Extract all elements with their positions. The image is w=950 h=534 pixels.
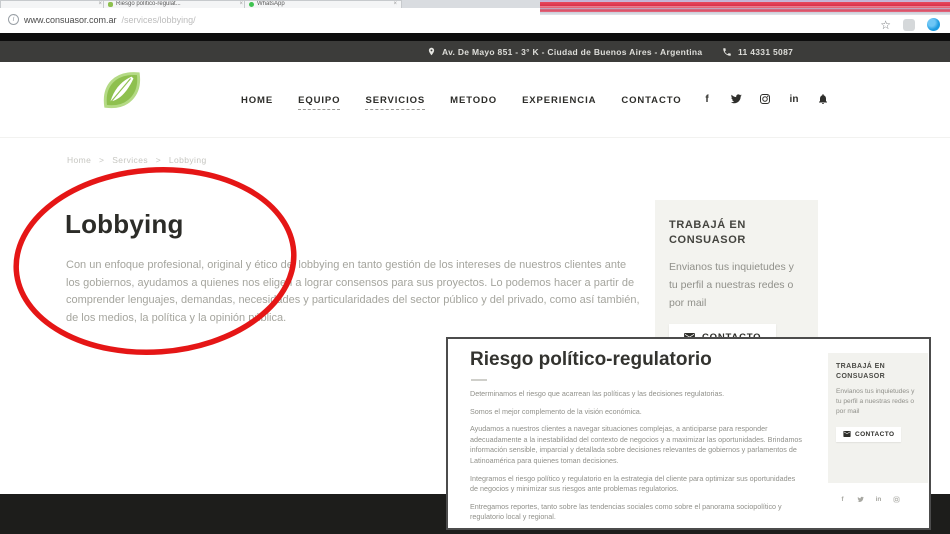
browser-tab-2[interactable]: Riesgo político-regulat... × bbox=[103, 0, 248, 8]
nav-contacto[interactable]: CONTACTO bbox=[621, 95, 681, 110]
breadcrumb-current: Lobbying bbox=[168, 155, 207, 165]
twitter-icon[interactable] bbox=[854, 493, 867, 506]
address-text: Av. De Mayo 851 - 3° K - Ciudad de Bueno… bbox=[442, 46, 703, 57]
jobs-box: TRABAJÁ EN CONSUASOR Envianos tus inquie… bbox=[655, 200, 818, 351]
header-social: f in bbox=[701, 93, 829, 105]
main-nav: HOME EQUIPO SERVICIOS METODO EXPERIENCIA… bbox=[241, 95, 682, 110]
url-field[interactable]: i www.consuasor.com.ar/services/lobbying… bbox=[8, 14, 196, 25]
overlay-paragraph: Determinamos el riesgo que acarrean las … bbox=[470, 389, 725, 398]
address-info: Av. De Mayo 851 - 3° K - Ciudad de Bueno… bbox=[427, 41, 702, 62]
window-divider bbox=[0, 33, 950, 41]
twitter-icon[interactable] bbox=[730, 93, 742, 105]
phone-icon bbox=[723, 47, 731, 56]
overlay-paragraph: Integramos el riesgo político y regulato… bbox=[470, 473, 796, 494]
whatsapp-icon bbox=[249, 2, 254, 7]
overlay-jobs-title: TRABAJÁ EN CONSUASOR bbox=[836, 363, 886, 380]
linkedin-icon[interactable]: in bbox=[872, 493, 885, 506]
breadcrumb: Home > Services > Lobbying bbox=[67, 155, 212, 165]
url-domain: www.consuasor.com.ar bbox=[24, 14, 117, 25]
close-tab-icon[interactable]: × bbox=[98, 1, 102, 7]
breadcrumb-separator: > bbox=[99, 155, 105, 165]
background-window-fragment bbox=[540, 0, 950, 15]
overlay-paragraph: Somos el mejor complemento de la visión … bbox=[470, 406, 642, 416]
browser-window: × Riesgo político-regulat... × WhatsApp … bbox=[0, 0, 950, 534]
facebook-icon[interactable]: f bbox=[836, 493, 849, 506]
title-divider bbox=[471, 379, 487, 381]
nav-equipo[interactable]: EQUIPO bbox=[298, 95, 341, 110]
page-title: Lobbying bbox=[65, 209, 184, 240]
nav-experiencia[interactable]: EXPERIENCIA bbox=[522, 95, 596, 110]
overlay-contact-button[interactable]: CONTACTO bbox=[836, 426, 902, 442]
linkedin-icon[interactable]: in bbox=[788, 93, 800, 105]
close-tab-icon[interactable]: × bbox=[393, 1, 397, 7]
jobs-box-text: Envianos tus inquietudes y tu perfil a n… bbox=[669, 261, 794, 309]
browser-tabstrip: × Riesgo político-regulat... × WhatsApp … bbox=[0, 0, 560, 8]
site-header: HOME EQUIPO SERVICIOS METODO EXPERIENCIA… bbox=[0, 62, 950, 138]
facebook-icon[interactable]: f bbox=[701, 93, 713, 105]
instagram-icon[interactable] bbox=[759, 93, 771, 105]
consuasor-logo[interactable] bbox=[98, 67, 144, 115]
nav-servicios[interactable]: SERVICIOS bbox=[365, 95, 426, 110]
extension-blue-icon[interactable] bbox=[927, 18, 940, 31]
overlay-jobs-text: Envianos tus inquietudes y tu perfil a n… bbox=[836, 388, 915, 415]
page-body-text: Con un enfoque profesional, original y é… bbox=[66, 259, 640, 324]
breadcrumb-services[interactable]: Services bbox=[112, 155, 148, 165]
overlay-body: Determinamos el riesgo que acarrean las … bbox=[470, 389, 804, 528]
overlay-contact-label: CONTACTO bbox=[855, 430, 895, 438]
close-tab-icon[interactable]: × bbox=[239, 1, 243, 7]
nav-home[interactable]: HOME bbox=[241, 95, 273, 110]
jobs-box-title: TRABAJÁ EN CONSUASOR bbox=[669, 219, 746, 246]
site-topbar: Av. De Mayo 851 - 3° K - Ciudad de Bueno… bbox=[0, 41, 950, 62]
breadcrumb-separator: > bbox=[155, 155, 162, 165]
overlay-jobs-box: TRABAJÁ EN CONSUASOR Envianos tus inquie… bbox=[828, 353, 928, 483]
url-path: /services/lobbying/ bbox=[121, 14, 196, 25]
tab-label: Riesgo político-regulat... bbox=[116, 1, 181, 7]
page-info-icon[interactable]: i bbox=[8, 14, 19, 25]
phone-number: 11 4331 5087 bbox=[738, 46, 794, 57]
bookmark-star-icon[interactable]: ☆ bbox=[880, 19, 891, 31]
browser-tab-3[interactable]: WhatsApp × bbox=[244, 0, 402, 8]
extension-icon[interactable] bbox=[903, 18, 915, 31]
notification-bell-icon[interactable] bbox=[817, 93, 829, 105]
phone-info: 11 4331 5087 bbox=[722, 41, 793, 62]
overlay-title: Riesgo político-regulatorio bbox=[470, 349, 712, 370]
instagram-icon[interactable] bbox=[890, 493, 903, 506]
overlay-paragraph: Entregamos reportes, tanto sobre las ten… bbox=[470, 501, 782, 522]
nav-metodo[interactable]: METODO bbox=[450, 95, 497, 110]
site-favicon bbox=[108, 2, 113, 7]
overlay-paragraph: Ayudamos a nuestros clientes a navegar s… bbox=[470, 424, 803, 465]
overlay-screenshot-window: Riesgo político-regulatorio Determinamos… bbox=[446, 337, 931, 530]
browser-tab-1[interactable]: × bbox=[0, 0, 107, 8]
tab-label: WhatsApp bbox=[257, 1, 285, 7]
overlay-social-row: f in bbox=[836, 493, 903, 506]
location-pin-icon bbox=[428, 47, 435, 56]
breadcrumb-home[interactable]: Home bbox=[67, 155, 91, 165]
envelope-icon bbox=[843, 431, 851, 437]
